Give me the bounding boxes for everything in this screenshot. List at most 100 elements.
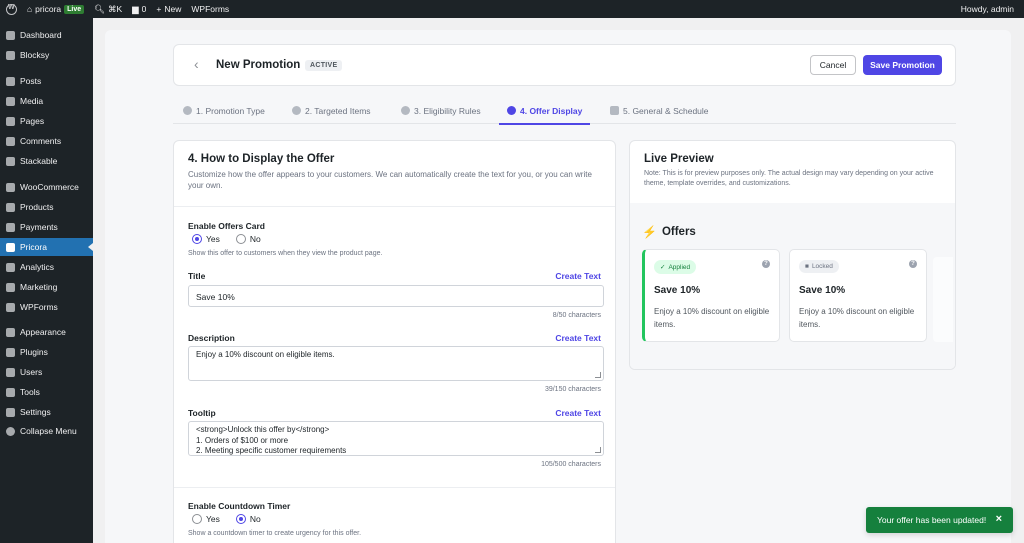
tab-general-schedule[interactable]: 5. General & Schedule — [610, 106, 709, 124]
main-content: ‹ New Promotion ACTIVE Cancel Save Promo… — [93, 18, 1024, 543]
sidebar-item-collapse[interactable]: Collapse Menu — [0, 422, 93, 440]
comments-link[interactable]: ▆ 0 — [132, 4, 146, 15]
user-icon — [401, 106, 410, 115]
sidebar-item-dashboard[interactable]: Dashboard — [0, 26, 93, 44]
enable-offers-card-help: Show this offer to customers when they v… — [188, 250, 383, 257]
tab-offer-display[interactable]: 4. Offer Display — [499, 106, 591, 125]
tab-targeted-items[interactable]: 2. Targeted Items — [292, 106, 371, 124]
sidebar-item-pricora[interactable]: Pricora — [0, 238, 93, 256]
offer-title: Save 10% — [654, 285, 701, 296]
offer-title: Save 10% — [799, 285, 846, 296]
sidebar-item-users[interactable]: Users — [0, 363, 93, 381]
chevron-left-icon[interactable]: ‹ — [194, 56, 199, 72]
products-icon — [6, 202, 15, 212]
dollar-circle-icon — [183, 106, 192, 115]
title-character-counter: 8/50 characters — [552, 312, 601, 319]
sidebar-item-analytics[interactable]: Analytics — [0, 258, 93, 276]
sidebar-item-woocommerce[interactable]: WooCommerce — [0, 178, 93, 196]
wrench-icon — [6, 387, 15, 397]
account-menu[interactable]: Howdy, admin — [961, 4, 1014, 14]
settings-icon — [6, 407, 15, 417]
tooltip-create-text-link[interactable]: Create Text — [555, 408, 601, 418]
sidebar-item-payments[interactable]: Payments — [0, 218, 93, 236]
site-name-link[interactable]: ⌂ pricora Live — [27, 4, 85, 14]
title-create-text-link[interactable]: Create Text — [555, 271, 601, 281]
check-icon: ✓ — [660, 264, 666, 271]
offers-card-no-radio[interactable] — [235, 234, 246, 244]
sidebar-item-stackable[interactable]: Stackable — [0, 152, 93, 170]
stackable-icon — [6, 156, 15, 166]
offers-card-yes-radio[interactable] — [192, 234, 202, 244]
sidebar-item-appearance[interactable]: Appearance — [0, 323, 93, 341]
sidebar-item-tools[interactable]: Tools — [0, 383, 93, 401]
question-icon[interactable]: ? — [762, 260, 770, 268]
admin-bar: ⌂ pricora Live 🔍︎ ⌘K ▆ 0 + New WPForms H… — [0, 0, 1024, 18]
admin-sidebar: Dashboard Blocksy Posts Media Pages Comm… — [0, 18, 93, 543]
page-icon — [6, 116, 15, 126]
description-create-text-link[interactable]: Create Text — [555, 333, 601, 343]
sidebar-item-plugins[interactable]: Plugins — [0, 343, 93, 361]
wordpress-logo-icon[interactable] — [6, 3, 17, 15]
preview-title: Live Preview — [644, 153, 714, 165]
section-title: 4. How to Display the Offer — [188, 153, 335, 165]
brush-icon — [6, 327, 15, 337]
filter-icon — [292, 106, 301, 115]
blocksy-icon — [6, 50, 15, 60]
countdown-no-radio[interactable] — [235, 514, 246, 524]
home-icon: ⌂ — [27, 4, 33, 14]
tooltip-textarea[interactable]: <strong>Unlock this offer by</strong> 1.… — [188, 421, 604, 456]
offer-card-overflow — [933, 257, 953, 342]
success-toast: Your offer has been updated! × — [866, 507, 1013, 533]
new-content-link[interactable]: + New — [156, 4, 181, 14]
description-label: Description — [188, 333, 235, 343]
sidebar-item-products[interactable]: Products — [0, 198, 93, 216]
calendar-icon — [610, 106, 619, 115]
wpforms-link[interactable]: WPForms — [191, 4, 229, 14]
step-tabs: 1. Promotion Type 2. Targeted Items 3. E… — [173, 102, 956, 125]
woocommerce-icon — [6, 182, 15, 192]
offer-description: Enjoy a 10% discount on eligible items. — [799, 307, 915, 329]
offer-display-form: 4. How to Display the Offer Customize ho… — [173, 140, 616, 543]
user-icon — [6, 367, 15, 377]
megaphone-icon — [507, 106, 516, 115]
tab-eligibility-rules[interactable]: 3. Eligibility Rules — [401, 106, 481, 124]
sidebar-item-comments[interactable]: Comments — [0, 132, 93, 150]
description-textarea[interactable]: Enjoy a 10% discount on eligible items. — [188, 346, 604, 381]
status-badge: ACTIVE — [305, 60, 343, 71]
question-icon[interactable]: ? — [909, 260, 917, 268]
pricora-icon — [6, 242, 15, 252]
sidebar-item-media[interactable]: Media — [0, 92, 93, 110]
wpforms-icon — [6, 302, 15, 312]
preview-area: ⚡ Offers ✓ Applied ? Save 10% Enjoy a 10%… — [630, 203, 955, 369]
countdown-yes-radio[interactable] — [192, 514, 202, 524]
page-title: New Promotion — [216, 59, 301, 71]
sidebar-item-blocksy[interactable]: Blocksy — [0, 46, 93, 64]
tab-promotion-type[interactable]: 1. Promotion Type — [183, 106, 265, 124]
countdown-timer-help: Show a countdown timer to create urgency… — [188, 530, 362, 537]
command-search[interactable]: 🔍︎ ⌘K — [94, 4, 122, 15]
title-label: Title — [188, 271, 206, 281]
preview-note: Note: This is for preview purposes only.… — [644, 170, 934, 187]
cancel-button[interactable]: Cancel — [810, 55, 856, 75]
lightning-icon: ⚡ — [642, 225, 657, 239]
offer-card-locked[interactable]: ■ Locked ? Save 10% Enjoy a 10% discount … — [789, 249, 927, 342]
sidebar-item-marketing[interactable]: Marketing — [0, 278, 93, 296]
enable-offers-card-label: Enable Offers Card — [188, 221, 265, 231]
title-input[interactable]: Save 10% — [188, 285, 604, 307]
promotion-header: ‹ New Promotion ACTIVE Cancel Save Promo… — [173, 44, 956, 86]
countdown-timer-label: Enable Countdown Timer — [188, 501, 291, 511]
sidebar-item-settings[interactable]: Settings — [0, 403, 93, 421]
offer-card-applied[interactable]: ✓ Applied ? Save 10% Enjoy a 10% discount… — [642, 249, 780, 342]
live-preview-panel: Live Preview Note: This is for preview p… — [629, 140, 956, 370]
toast-message: Your offer has been updated! — [877, 515, 987, 525]
payments-icon — [6, 222, 15, 232]
sidebar-item-wpforms[interactable]: WPForms — [0, 298, 93, 316]
section-description: Customize how the offer appears to your … — [188, 170, 592, 190]
description-character-counter: 39/150 characters — [544, 386, 601, 393]
close-icon[interactable]: × — [996, 513, 1002, 525]
sidebar-item-pages[interactable]: Pages — [0, 112, 93, 130]
save-promotion-button[interactable]: Save Promotion — [863, 55, 942, 75]
sidebar-item-posts[interactable]: Posts — [0, 72, 93, 90]
analytics-icon — [6, 262, 15, 272]
divider — [174, 206, 615, 207]
